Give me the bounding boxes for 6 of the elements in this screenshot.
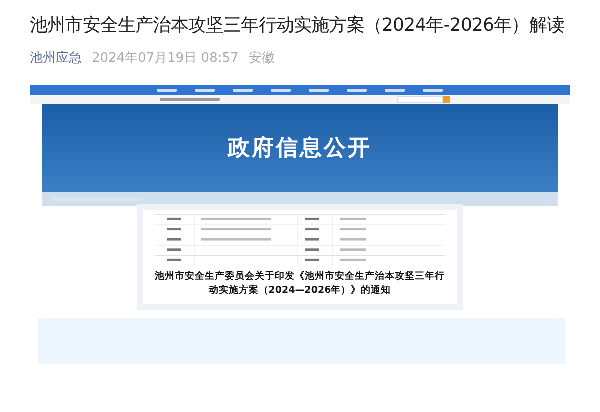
publish-date: 2024年07月19日 08:57 xyxy=(92,50,239,67)
notice-title: 池州市安全生产委员会关于印发《池州市安全生产治本攻坚三年行动实施方案（2024—2026年）》的通知 xyxy=(155,270,445,298)
banner-title: 政府信息公开 xyxy=(228,134,372,163)
region-label: 安徽 xyxy=(248,50,275,67)
account-link[interactable]: 池州应急 xyxy=(30,49,82,67)
article-title: 池州市安全生产治本攻坚三年行动实施方案（2024年-2026年）解读 xyxy=(30,14,566,38)
